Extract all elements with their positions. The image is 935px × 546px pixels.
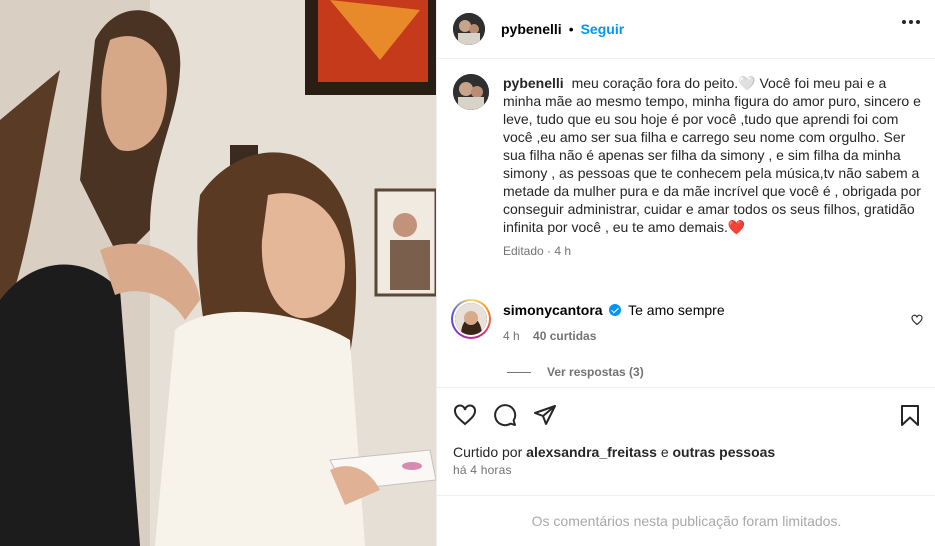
liked-by-others[interactable]: outras pessoas (673, 444, 776, 460)
commenter-username[interactable]: simonycantora (503, 302, 603, 318)
replies-divider (507, 371, 531, 373)
comment-meta: 4 h 40 curtidas (503, 327, 725, 345)
view-replies-label: Ver respostas (3) (547, 365, 644, 379)
avatar-image (453, 74, 489, 110)
caption-avatar[interactable] (453, 74, 489, 110)
liked-by-and: e (660, 444, 669, 460)
view-replies-button[interactable]: Ver respostas (3) (507, 365, 644, 379)
photo-illustration (0, 0, 436, 546)
liked-by: Curtido por alexsandra_freitass e outras… (453, 443, 775, 461)
verified-icon (609, 304, 622, 316)
comment-like-icon[interactable] (911, 313, 923, 331)
post-header: pybenelli • Seguir (437, 0, 935, 59)
comment-body: simonycantora Te amo sempre 4 h 40 curti… (503, 299, 725, 345)
meta-separator: · (547, 244, 552, 258)
author-avatar[interactable] (453, 13, 485, 45)
edited-label: Editado (503, 244, 544, 258)
author-username[interactable]: pybenelli (501, 21, 562, 37)
caption-meta: Editado · 4 h (503, 242, 923, 260)
share-icon[interactable] (533, 403, 557, 427)
caption-text: meu coração fora do peito.🤍 Você foi meu… (503, 75, 921, 235)
liked-by-user[interactable]: alexsandra_freitass (526, 444, 657, 460)
comment-time[interactable]: 4 h (503, 329, 520, 343)
post-side-panel: pybenelli • Seguir pybenelli meu coração… (436, 0, 935, 546)
story-ring[interactable] (451, 299, 491, 339)
avatar-image (455, 303, 487, 335)
post-timestamp[interactable]: há 4 horas (453, 463, 512, 477)
commenter-avatar (455, 303, 487, 335)
post-dialog: pybenelli • Seguir pybenelli meu coração… (0, 0, 935, 546)
comment-text: Te amo sempre (628, 302, 725, 318)
action-bar (437, 387, 935, 441)
post-photo[interactable] (0, 0, 436, 546)
caption-time[interactable]: 4 h (554, 244, 571, 258)
more-icon[interactable] (902, 20, 920, 24)
caption-body: pybenelli meu coração fora do peito.🤍 Vo… (503, 74, 923, 260)
avatar-image (453, 13, 485, 45)
header-separator: • (568, 21, 574, 37)
comments-limited-notice: Os comentários nesta publicação foram li… (437, 495, 935, 546)
follow-button[interactable]: Seguir (581, 21, 625, 37)
bookmark-icon[interactable] (898, 403, 922, 427)
caption-username[interactable]: pybenelli (503, 75, 564, 91)
liked-by-prefix: Curtido por (453, 444, 523, 460)
comment-item: simonycantora Te amo sempre 4 h 40 curti… (451, 299, 921, 345)
heart-icon[interactable] (453, 403, 477, 427)
caption: pybenelli meu coração fora do peito.🤍 Vo… (453, 74, 923, 260)
comment-likes[interactable]: 40 curtidas (533, 329, 596, 343)
comment-icon[interactable] (493, 403, 517, 427)
